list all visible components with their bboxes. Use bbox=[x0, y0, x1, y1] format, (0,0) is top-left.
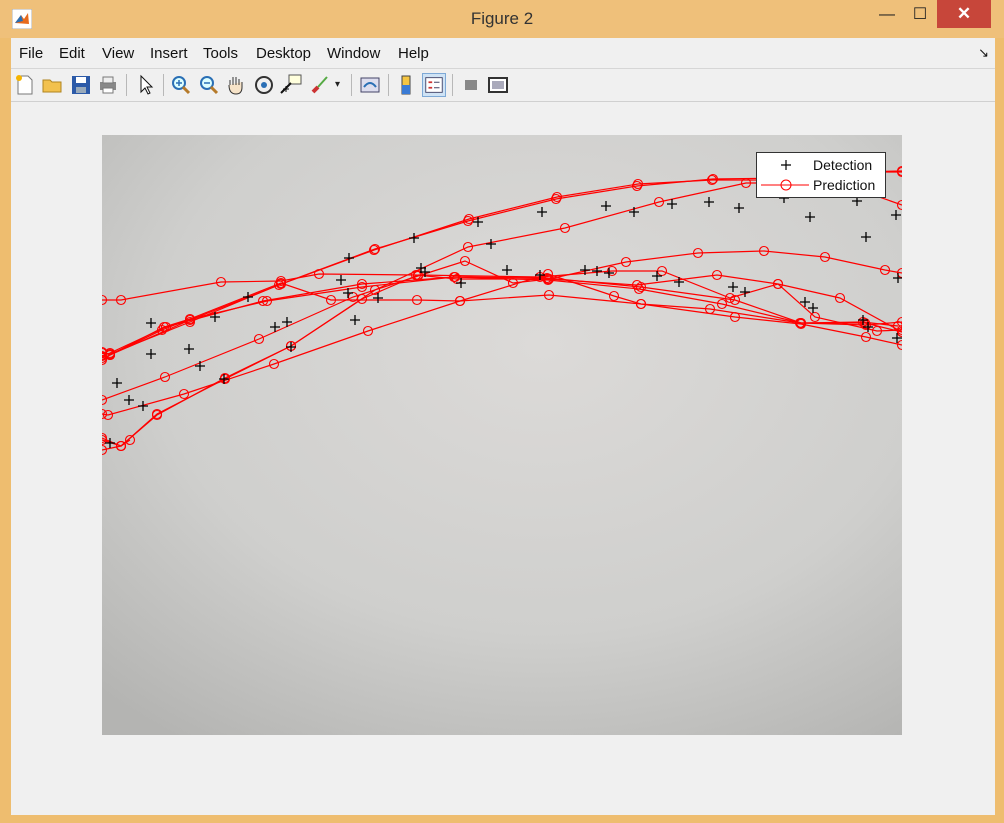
menu-view[interactable]: View bbox=[102, 45, 134, 62]
zoom-out-icon[interactable] bbox=[197, 73, 221, 97]
legend-box[interactable]: Detection Prediction bbox=[756, 152, 886, 198]
legend-entry-prediction: Prediction bbox=[757, 175, 885, 195]
toolbar-separator bbox=[351, 74, 352, 96]
menu-edit[interactable]: Edit bbox=[59, 45, 85, 62]
open-file-icon[interactable] bbox=[41, 73, 65, 97]
toolbar-separator bbox=[452, 74, 453, 96]
rotate-3d-icon[interactable] bbox=[252, 73, 276, 97]
plus-marker-icon bbox=[781, 160, 791, 170]
plot-background bbox=[102, 135, 902, 735]
close-button[interactable]: ✕ bbox=[937, 0, 991, 28]
figure-toolbar: ▾ bbox=[11, 69, 995, 102]
menu-file[interactable]: File bbox=[19, 45, 43, 62]
plot-image-axes[interactable]: Detection Prediction bbox=[102, 135, 902, 735]
toolbar-separator bbox=[388, 74, 389, 96]
menu-window[interactable]: Window bbox=[327, 45, 380, 62]
colorbar-icon[interactable] bbox=[394, 73, 418, 97]
link-plot-icon[interactable] bbox=[358, 73, 382, 97]
save-icon[interactable] bbox=[69, 73, 93, 97]
toolbar-separator bbox=[163, 74, 164, 96]
pan-hand-icon[interactable] bbox=[224, 73, 248, 97]
legend-icon[interactable] bbox=[422, 73, 446, 97]
window-title: Figure 2 bbox=[470, 9, 534, 28]
client-area: File Edit View Insert Tools Desktop Wind… bbox=[11, 38, 995, 815]
show-plot-tools-icon[interactable] bbox=[486, 73, 510, 97]
new-figure-icon[interactable] bbox=[13, 73, 37, 97]
figure-canvas[interactable]: Detection Prediction bbox=[11, 102, 995, 815]
legend-label-detection: Detection bbox=[813, 157, 873, 173]
select-pointer-icon[interactable] bbox=[134, 73, 158, 97]
menu-tools[interactable]: Tools bbox=[203, 45, 238, 62]
legend-label-prediction: Prediction bbox=[813, 177, 876, 193]
dock-figure-icon[interactable]: ↘ bbox=[978, 45, 989, 61]
circle-line-marker-icon bbox=[761, 179, 809, 191]
minimize-button[interactable]: — bbox=[872, 2, 902, 28]
print-icon[interactable] bbox=[96, 73, 120, 97]
menu-help[interactable]: Help bbox=[398, 45, 429, 62]
legend-entry-detection: Detection bbox=[757, 155, 885, 175]
data-cursor-icon[interactable] bbox=[279, 73, 303, 97]
menu-insert[interactable]: Insert bbox=[150, 45, 188, 62]
menu-desktop[interactable]: Desktop bbox=[256, 45, 311, 62]
brush-icon[interactable] bbox=[308, 73, 332, 97]
menu-bar: File Edit View Insert Tools Desktop Wind… bbox=[11, 38, 995, 69]
figure-window: Figure 2 — ☐ ✕ File Edit View Insert Too… bbox=[0, 0, 1004, 823]
zoom-in-icon[interactable] bbox=[169, 73, 193, 97]
title-bar[interactable]: Figure 2 — ☐ ✕ bbox=[0, 0, 1004, 38]
trajectory-plot bbox=[102, 135, 902, 735]
toolbar-separator bbox=[126, 74, 127, 96]
hide-plot-tools-icon[interactable] bbox=[459, 73, 483, 97]
maximize-button[interactable]: ☐ bbox=[905, 2, 935, 28]
brush-dropdown-icon[interactable]: ▾ bbox=[335, 73, 345, 97]
